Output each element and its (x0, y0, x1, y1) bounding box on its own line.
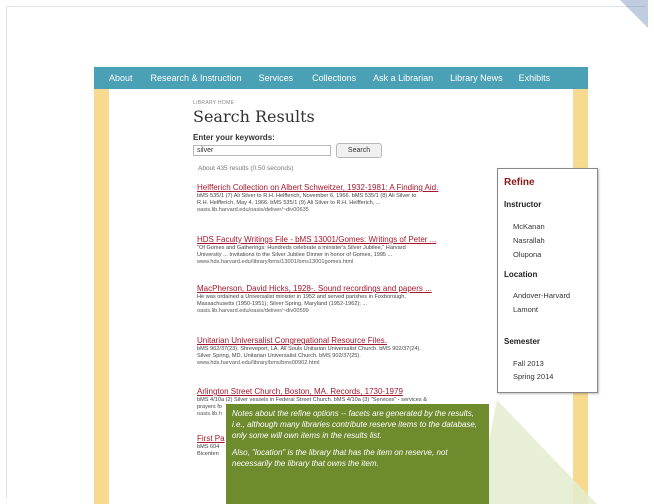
result-item: MacPherson, David Hicks, 1928-. Sound re… (197, 284, 497, 315)
nav-research-instruction[interactable]: Research & Instruction (151, 73, 242, 83)
nav-ask-a-librarian[interactable]: Ask a Librarian (373, 73, 433, 83)
result-snippet: Massachusetts (1950-1951); Silver Spring… (197, 301, 368, 307)
result-url: www.hds.harvard.edu/library/bms/bms00902… (197, 360, 320, 366)
facet-option-location[interactable]: Andover-Harvard (513, 291, 570, 300)
result-url: www.hds.harvard.edu/library/bms/13001/bm… (197, 259, 354, 265)
result-snippet: "Of Gomes and Gatherings: Hundreds celeb… (197, 245, 406, 251)
facet-option-location[interactable]: Lamont (513, 305, 538, 314)
note-paragraph: Also, "location" is the library that has… (232, 448, 448, 468)
result-snippet: bMS 902/37(23). Shreveport, LA. All Soul… (197, 346, 421, 352)
page-title: Search Results (193, 107, 315, 126)
result-url: oasis.lib.harvard.edu/oasis/deliver/~div… (197, 308, 309, 314)
result-item: HDS Faculty Writings File - bMS 13001/Go… (197, 235, 497, 266)
result-snippet: bMS 4/10a (2) Silver vessels in Federal … (197, 397, 427, 403)
search-button[interactable]: Search (336, 143, 382, 158)
result-item: Helfferich Collection on Albert Schweitz… (197, 183, 497, 214)
refine-panel: Refine Instructor McKanan Nasrallah Olup… (497, 168, 598, 393)
facet-option-semester[interactable]: Spring 2014 (513, 372, 553, 381)
result-item: Unitarian Universalist Congregational Re… (197, 336, 497, 367)
refine-title: Refine (504, 177, 535, 188)
result-title-link[interactable]: Arlington Street Church, Boston, MA. Rec… (197, 387, 497, 397)
facet-option-instructor[interactable]: Olupona (513, 250, 541, 259)
keywords-label: Enter your keywords: (193, 133, 275, 142)
facet-heading-instructor: Instructor (504, 200, 542, 209)
result-snippet: R.H. Helfferich, May 4, 1966. bMS 535/1 … (197, 200, 381, 206)
nav-services[interactable]: Services (259, 73, 294, 83)
facet-heading-location: Location (504, 270, 538, 279)
result-snippet: Silver Spring, MD. Unitarian Universalis… (197, 353, 361, 359)
facet-option-semester[interactable]: Fall 2013 (513, 359, 544, 368)
note-paragraph: Notes about the refine options -- facets… (232, 409, 478, 440)
facet-heading-semester: Semester (504, 337, 541, 346)
facet-option-instructor[interactable]: McKanan (513, 222, 545, 231)
nav-about[interactable]: About (109, 73, 133, 83)
facet-option-instructor[interactable]: Nasrallah (513, 236, 545, 245)
search-input[interactable]: silver (193, 145, 331, 156)
result-title-link[interactable]: MacPherson, David Hicks, 1928-. Sound re… (197, 284, 497, 294)
left-margin-band (94, 67, 109, 504)
result-snippet: He was ordained a Universalist minister … (197, 294, 406, 300)
result-url: oasis.lib.harvard.edu/oasis/deliver/~div… (197, 207, 309, 213)
slide-corner-decoration (620, 0, 648, 28)
result-snippet: University ... Invitations to the Silver… (197, 252, 393, 258)
result-title-link[interactable]: Helfferich Collection on Albert Schweitz… (197, 183, 497, 193)
result-title-link[interactable]: Unitarian Universalist Congregational Re… (197, 336, 497, 346)
top-navigation: About Research & Instruction Services Co… (94, 67, 588, 89)
result-title-link[interactable]: HDS Faculty Writings File - bMS 13001/Go… (197, 235, 497, 245)
nav-exhibits[interactable]: Exhibits (519, 73, 551, 83)
breadcrumb[interactable]: LIBRARY HOME (193, 100, 234, 106)
result-snippet: bMS 535/1 (7) Ali Silver to R.H. Helffer… (197, 193, 417, 199)
nav-library-news[interactable]: Library News (450, 73, 503, 83)
nav-collections[interactable]: Collections (312, 73, 356, 83)
result-stats: About 435 results (0.50 seconds) (198, 165, 294, 172)
annotation-note: Notes about the refine options -- facets… (226, 404, 489, 504)
